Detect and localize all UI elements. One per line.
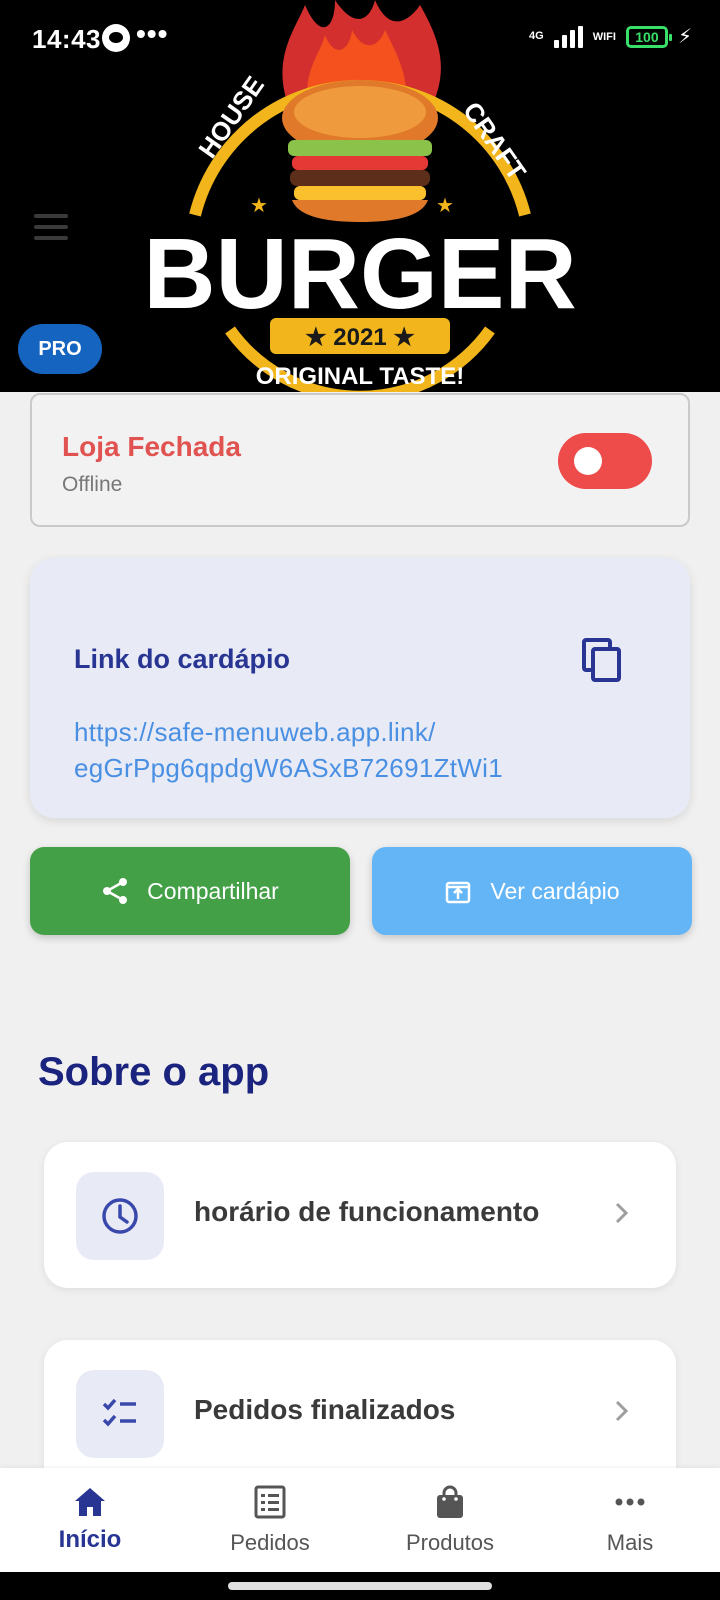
- logo-star-left: ★: [250, 195, 268, 217]
- home-indicator[interactable]: [228, 1582, 492, 1590]
- wifi-icon: WIFI: [592, 30, 616, 43]
- menu-link-title: Link do cardápio: [74, 644, 291, 674]
- share-button-label: Compartilhar: [147, 877, 279, 904]
- logo-year: ★ 2021 ★: [305, 324, 415, 351]
- signal-icon: [553, 25, 583, 48]
- status-bar: 14:43 ••• 4G WIFI 100 ⚡: [0, 0, 720, 78]
- logo-star-right: ★: [436, 195, 454, 217]
- logo-tagline: ORIGINAL TASTE!: [256, 363, 464, 390]
- nav-more[interactable]: Mais: [540, 1468, 720, 1572]
- store-open-toggle[interactable]: [558, 433, 652, 489]
- toggle-knob: [574, 447, 602, 475]
- store-status-title: Loja Fechada: [62, 431, 241, 462]
- copy-icon[interactable]: [582, 638, 622, 682]
- business-hours-label: horário de funcionamento: [194, 1196, 540, 1227]
- about-section-title: Sobre o app: [38, 1050, 270, 1094]
- logo-text-burger: BURGER: [143, 218, 576, 330]
- home-icon: [75, 1488, 105, 1516]
- nav-orders-label: Pedidos: [230, 1530, 310, 1555]
- share-button[interactable]: Compartilhar: [30, 847, 350, 935]
- open-in-new-icon: [446, 881, 471, 904]
- chevron-right-icon: [615, 1202, 629, 1224]
- nav-products-label: Produtos: [405, 1530, 495, 1555]
- system-gesture-bar: [0, 1572, 720, 1600]
- store-status-card: Loja Fechada Offline: [30, 393, 690, 527]
- chat-notification-icon: [102, 24, 130, 52]
- business-hours-item[interactable]: horário de funcionamento: [44, 1142, 676, 1288]
- checklist-icon-box: [76, 1370, 164, 1458]
- status-time: 14:43: [32, 24, 101, 54]
- clock-icon-box: [76, 1172, 164, 1260]
- nav-orders[interactable]: Pedidos: [180, 1468, 360, 1572]
- menu-link-url[interactable]: https://safe-menuweb.app.link/ egGrPpg6q…: [74, 714, 654, 786]
- nav-products[interactable]: Produtos: [360, 1468, 540, 1572]
- store-status-subtitle: Offline: [62, 473, 123, 496]
- receipt-icon: [254, 1485, 286, 1519]
- charging-icon: ⚡: [677, 26, 692, 48]
- view-menu-button-label: Ver cardápio: [490, 877, 620, 904]
- menu-link-url-line2: egGrPpg6qpdgW6ASxB72691ZtWi1: [74, 753, 503, 783]
- more-notifications-icon: •••: [136, 18, 169, 49]
- view-menu-button[interactable]: Ver cardápio: [372, 847, 692, 935]
- nav-home[interactable]: Início: [0, 1468, 180, 1572]
- header-banner: HOUSE CRAFT ★ ★ BURGER ★ 2021 ★ ORIGINAL…: [0, 0, 720, 392]
- clock-icon: [102, 1198, 138, 1234]
- menu-link-card: Link do cardápio https://safe-menuweb.ap…: [30, 558, 690, 818]
- shopping-bag-icon: [437, 1485, 463, 1518]
- nav-more-label: Mais: [606, 1530, 654, 1555]
- more-icon: [615, 1498, 645, 1506]
- battery-icon: 100: [625, 25, 672, 48]
- pro-badge[interactable]: PRO: [18, 324, 102, 374]
- nav-home-label: Início: [58, 1526, 122, 1553]
- status-indicators: 4G WIFI 100 ⚡: [529, 24, 692, 49]
- completed-orders-label: Pedidos finalizados: [194, 1394, 456, 1425]
- hamburger-menu-icon[interactable]: [34, 214, 68, 240]
- chevron-right-icon: [615, 1400, 629, 1422]
- share-icon: [103, 878, 128, 904]
- menu-link-url-line1: https://safe-menuweb.app.link/: [74, 717, 436, 747]
- bottom-navigation: Início Pedidos Produtos Mais: [0, 1468, 720, 1572]
- logo-text-craft: CRAFT: [457, 96, 532, 185]
- network-type: 4G: [529, 30, 544, 42]
- checklist-icon: [102, 1398, 136, 1427]
